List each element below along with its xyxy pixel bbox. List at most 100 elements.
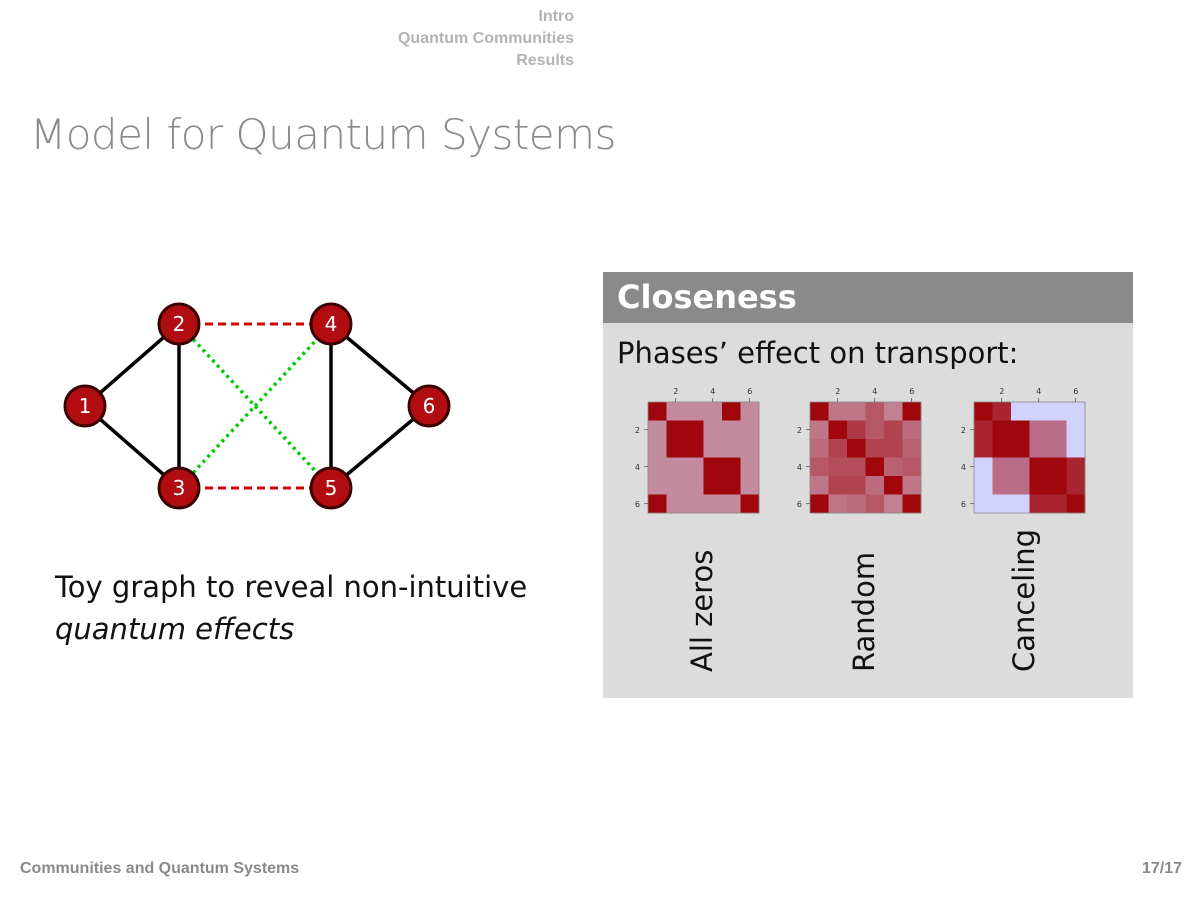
heatmap-cell: [703, 420, 723, 440]
heatmap-1: 2 4 6 2 4 6: [797, 387, 922, 514]
heatmap-cell: [740, 439, 760, 458]
x-tick-label: 4: [710, 387, 715, 396]
heatmap-cell: [1048, 439, 1067, 458]
heatmap-cell: [703, 494, 723, 514]
heatmap-cell: [1048, 457, 1067, 477]
slide-title: Model for Quantum Systems: [30, 110, 616, 159]
heatmap-cell: [685, 494, 704, 514]
heatmap-cell: [810, 402, 829, 421]
heatmap-cell: [884, 457, 903, 477]
heatmap-cell: [722, 476, 741, 495]
heatmap-cell: [1011, 494, 1030, 514]
nav-item-intro[interactable]: Intro: [398, 6, 574, 28]
caption-emphasis: quantum effects: [55, 612, 295, 646]
heatmap-cell: [722, 420, 741, 440]
node-2-label: 2: [173, 312, 186, 336]
heatmap-cell: [992, 439, 1012, 458]
heatmap-cell: [1011, 402, 1030, 421]
x-tick-label: 6: [909, 387, 914, 396]
heatmap-cell: [1066, 420, 1086, 440]
heatmap-cell: [685, 457, 704, 477]
heatmap-cell: [902, 457, 922, 477]
heatmap-cell: [847, 402, 866, 421]
node-6: 6: [407, 384, 451, 428]
y-tick-label: 2: [797, 426, 802, 435]
heatmap-cell: [992, 494, 1012, 514]
x-tick-label: 2: [835, 387, 840, 396]
block-intro: Phases’ effect on transport:: [617, 336, 1019, 370]
heatmap-cell: [1048, 402, 1067, 421]
heatmap-cell: [685, 439, 704, 458]
heatmap-cell: [666, 439, 686, 458]
heatmap-cell: [902, 420, 922, 440]
section-navigation: Intro Quantum Communities Results: [398, 6, 574, 72]
heatmap-cell: [703, 402, 723, 421]
heatmap-cell: [648, 420, 667, 440]
y-tick-label: 4: [961, 463, 966, 472]
heatmap-cell: [810, 476, 829, 495]
heatmap-cell: [1011, 439, 1030, 458]
heatmap-cell: [703, 439, 723, 458]
nav-item-quantum-communities[interactable]: Quantum Communities: [398, 28, 574, 50]
node-1-label: 1: [79, 394, 92, 418]
caption-text: Toy graph to reveal non-intuitive: [55, 570, 528, 604]
graph-edges: [83, 322, 431, 490]
page-number: 17/17: [1141, 860, 1182, 877]
heatmap-cell: [722, 402, 741, 421]
heatmap-cell: [884, 494, 903, 514]
heatmap-cell: [1048, 476, 1067, 495]
x-tick-label: 4: [1036, 387, 1041, 396]
heatmap-cell: [1066, 494, 1086, 514]
heatmap-cell: [648, 402, 667, 421]
heatmap-cell: [648, 439, 667, 458]
heatmap-cell: [865, 476, 885, 495]
heatmap-label-random: Random: [847, 551, 881, 672]
node-3: 3: [157, 466, 201, 510]
y-tick-label: 6: [797, 500, 802, 509]
heatmap-cell: [1029, 457, 1049, 477]
x-tick-label: 2: [673, 387, 678, 396]
nav-item-results[interactable]: Results: [398, 50, 574, 72]
node-4-label: 4: [325, 312, 338, 336]
heatmap-cell: [1029, 476, 1049, 495]
node-4: 4: [309, 302, 353, 346]
heatmap-cell: [1066, 439, 1086, 458]
heatmap-cell: [974, 420, 993, 440]
heatmap-cell: [1048, 420, 1067, 440]
closeness-block: Closeness Phases’ effect on transport: 2…: [603, 272, 1133, 698]
x-tick-label: 6: [747, 387, 752, 396]
graph-caption: Toy graph to reveal non-intuitive quantu…: [55, 566, 575, 650]
heatmap-cell: [847, 476, 866, 495]
heatmap-cell: [810, 439, 829, 458]
heatmap-cell: [666, 494, 686, 514]
heatmap-cell: [902, 476, 922, 495]
block-header: Closeness: [603, 272, 1133, 323]
heatmap-cell: [884, 420, 903, 440]
heatmap-cell: [974, 402, 993, 421]
heatmap-cell: [992, 420, 1012, 440]
heatmap-cell: [685, 476, 704, 495]
heatmap-cell: [666, 457, 686, 477]
y-tick-label: 2: [635, 426, 640, 435]
heatmap-cell: [1066, 402, 1086, 421]
heatmap-cell: [828, 457, 848, 477]
heatmap-cell: [865, 457, 885, 477]
heatmap-cell: [884, 439, 903, 458]
heatmap-cell: [666, 402, 686, 421]
heatmap-cell: [847, 494, 866, 514]
heatmap-cell: [902, 439, 922, 458]
heatmap-cell: [685, 402, 704, 421]
heatmap-cell: [1029, 420, 1049, 440]
heatmap-0: 2 4 6 2 4 6: [635, 387, 760, 514]
heatmap-cell: [740, 476, 760, 495]
y-tick-label: 6: [961, 500, 966, 509]
heatmap-cell: [847, 439, 866, 458]
heatmap-cell: [722, 457, 741, 477]
heatmap-cell: [1048, 494, 1067, 514]
heatmap-cell: [847, 457, 866, 477]
y-tick-label: 2: [961, 426, 966, 435]
heatmap-cell: [666, 420, 686, 440]
heatmap-2: 2 4 6 2 4 6: [961, 387, 1086, 514]
node-5: 5: [309, 466, 353, 510]
x-tick-label: 2: [999, 387, 1004, 396]
